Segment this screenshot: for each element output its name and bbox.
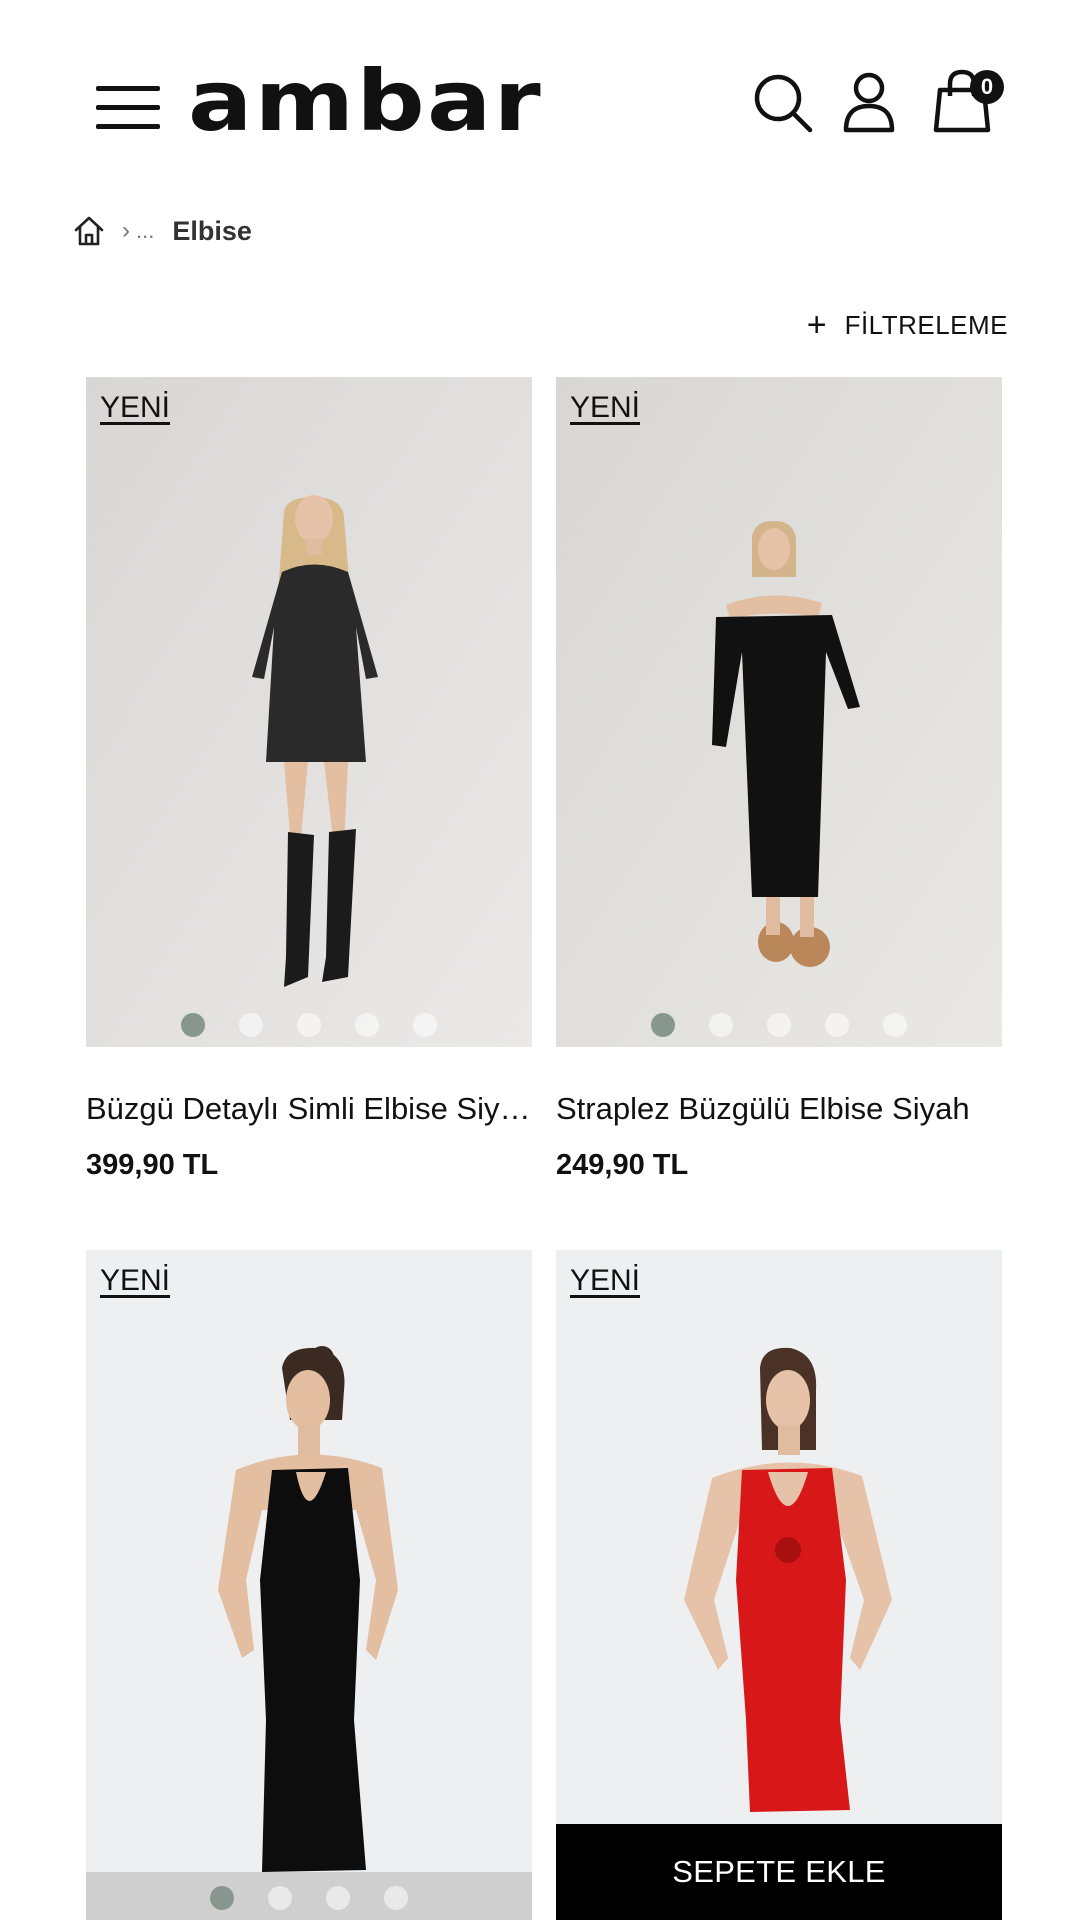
home-icon[interactable] (72, 214, 106, 248)
new-badge: YENİ (100, 1264, 171, 1297)
image-carousel-dots (556, 1013, 1002, 1037)
filter-label: FİLTRELEME (844, 309, 1008, 340)
product-image[interactable]: YENİ (556, 377, 1002, 1047)
carousel-dot[interactable] (239, 1013, 263, 1037)
carousel-dot[interactable] (825, 1013, 849, 1037)
product-image[interactable]: YENİ (86, 1250, 532, 1920)
product-card[interactable]: YENİ (86, 1250, 532, 1920)
product-title[interactable]: Büzgü Detaylı Simli Elbise Siyah (86, 1091, 532, 1127)
hamburger-line (96, 124, 160, 129)
site-header: ambar 0 (0, 0, 1080, 200)
breadcrumb: › ... Elbise (72, 210, 252, 252)
image-carousel-dots (86, 1886, 532, 1910)
product-image[interactable]: YENİ (86, 377, 532, 1047)
hamburger-icon[interactable] (96, 84, 160, 132)
filter-button[interactable]: + FİLTRELEME (807, 308, 1008, 342)
add-to-cart-button[interactable]: SEPETE EKLE (556, 1824, 1002, 1920)
carousel-dot[interactable] (326, 1886, 350, 1910)
product-price: 249,90 TL (556, 1149, 689, 1181)
brand-logo[interactable]: ambar (188, 52, 548, 150)
breadcrumb-current[interactable]: Elbise (172, 216, 252, 247)
carousel-dot[interactable] (210, 1886, 234, 1910)
svg-text:ambar: ambar (188, 64, 543, 144)
product-card[interactable]: YENİ Büzgü Detaylı Simli Elbise Siyah 39… (86, 377, 532, 1182)
carousel-dot[interactable] (767, 1013, 791, 1037)
carousel-dot[interactable] (355, 1013, 379, 1037)
shopping-bag-icon[interactable]: 0 (932, 66, 1004, 136)
carousel-dot[interactable] (651, 1013, 675, 1037)
new-badge: YENİ (100, 391, 171, 424)
hamburger-line (96, 86, 160, 91)
user-icon[interactable] (842, 72, 896, 134)
product-card[interactable]: YENİ Straplez Büzgülü Elbise Siyah 249,9… (556, 377, 1002, 1182)
brand-logo-mark: ambar (188, 52, 543, 150)
product-image[interactable]: YENİ SEPETE EKLE (556, 1250, 1002, 1920)
product-price: 399,90 TL (86, 1149, 219, 1181)
plus-icon: + (806, 306, 827, 344)
product-photo (86, 377, 532, 1047)
breadcrumb-separator: › (122, 217, 130, 244)
carousel-dot[interactable] (413, 1013, 437, 1037)
cart-count-badge: 0 (970, 70, 1004, 104)
carousel-dot[interactable] (883, 1013, 907, 1037)
product-photo (86, 1250, 532, 1920)
carousel-dot[interactable] (268, 1886, 292, 1910)
product-title[interactable]: Straplez Büzgülü Elbise Siyah (556, 1091, 1002, 1127)
image-carousel-dots (86, 1013, 532, 1037)
product-photo (556, 377, 1002, 1047)
new-badge: YENİ (570, 1264, 641, 1297)
search-icon[interactable] (752, 72, 814, 134)
new-badge: YENİ (570, 391, 641, 424)
carousel-dot[interactable] (181, 1013, 205, 1037)
carousel-dot[interactable] (709, 1013, 733, 1037)
carousel-dot[interactable] (297, 1013, 321, 1037)
breadcrumb-ellipsis[interactable]: ... (136, 218, 154, 244)
hamburger-line (96, 105, 160, 110)
product-photo (556, 1250, 1002, 1920)
product-card[interactable]: YENİ SEPETE EKLE (556, 1250, 1002, 1920)
carousel-dot[interactable] (384, 1886, 408, 1910)
